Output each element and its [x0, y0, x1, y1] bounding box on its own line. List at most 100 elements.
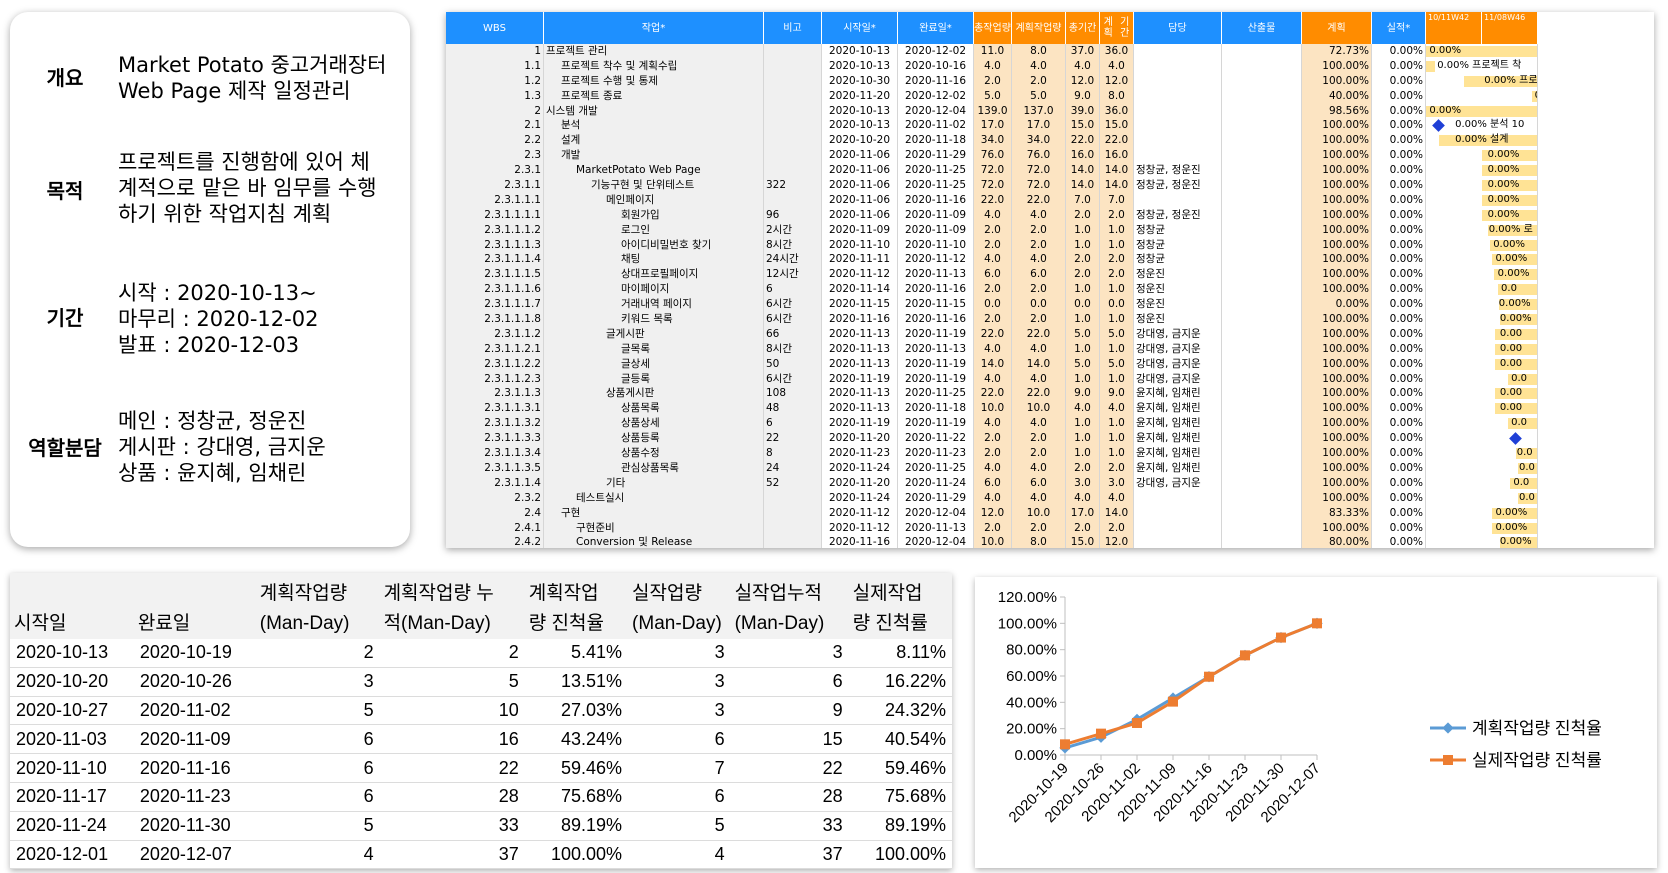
wbs-row[interactable]: 2 시스템 개발 2020-10-13 2020-12-04 139.0 137.0 39.… — [446, 103, 1654, 119]
end-col-cell: 2020-11-10 — [898, 237, 974, 253]
gantt-label: 0.00% — [1429, 104, 1462, 116]
actual-pct-col-cell: 0.00% — [1372, 401, 1426, 417]
table-cell: 6 — [255, 724, 380, 755]
table-cell: 2020-11-16 — [133, 753, 256, 783]
table-row: 2020-10-20 2020-10-26 3 5 13.51% 3 6 16.22% — [10, 667, 952, 697]
wbs-row[interactable]: 2.3.1.1.1.3 아이디비밀번호 찾기 8시간 2020-11-10 2020-1… — [446, 237, 1654, 253]
plan-col-cell: 2.0 — [1012, 73, 1066, 89]
output-col-cell — [1222, 371, 1302, 387]
wbs-row[interactable]: 2.3.2 테스트실시 2020-11-24 2020-11-29 4.0 4.0 4.0 4… — [446, 490, 1654, 506]
wbs-row[interactable]: 2.3.1.1.3.5 관심상품목록 24 2020-11-24 2020-11-25 4… — [446, 460, 1654, 476]
gantt-label: 0.00% 프로젝트 착 — [1437, 59, 1522, 71]
table-cell: 2020-10-26 — [133, 667, 256, 697]
tdur-col-cell: 1.0 — [1066, 416, 1100, 432]
wbs-row[interactable]: 2.2 설계 2020-10-20 2020-11-18 34.0 34.0 22.0 22.… — [446, 133, 1654, 149]
table-cell: 3 — [628, 696, 731, 726]
output-col-cell — [1222, 520, 1302, 536]
pdur-col-cell: 14.0 — [1100, 505, 1134, 521]
purpose-label: 목적 — [46, 179, 84, 203]
total-col-cell: 14.0 — [974, 356, 1012, 372]
task-col-cell: 아이디비밀번호 찾기 — [544, 237, 764, 253]
total-col-cell: 4.0 — [974, 58, 1012, 74]
wbs-row[interactable]: 2.3.1.1.1.7 거래내역 페이지 6시간 2020-11-15 2020-11-… — [446, 297, 1654, 313]
wbs-row[interactable]: 2.3.1.1.2 글게시판 66 2020-11-13 2020-11-19 22.0 2… — [446, 326, 1654, 342]
owner-col-cell — [1134, 535, 1222, 548]
wbs-row[interactable]: 2.3.1.1.2.1 글목록 8시간 2020-11-13 2020-11-13 4.0… — [446, 341, 1654, 357]
table-row: 2020-11-24 2020-11-30 5 33 89.19% 5 33 89.19% — [10, 811, 952, 841]
end-col-cell: 2020-11-18 — [898, 133, 974, 149]
actual-pct-col-cell: 0.00% — [1372, 282, 1426, 298]
tdur-col-cell: 9.0 — [1066, 386, 1100, 402]
pdur-col-cell: 1.0 — [1100, 222, 1134, 238]
start-col-cell: 2020-10-13 — [822, 58, 898, 74]
summary-line: Web Page 제작 일정관리 — [118, 79, 351, 103]
period-line: 발표 : 2020-12-03 — [118, 333, 300, 357]
wbs-row[interactable]: 1.3 프로젝트 종료 2020-11-20 2020-12-02 5.0 5.0 9.0 8… — [446, 88, 1654, 104]
output-col-cell — [1222, 475, 1302, 491]
wbs-row[interactable]: 2.3.1.1.3.2 상품상세 6 2020-11-19 2020-11-19 4.0 4… — [446, 416, 1654, 432]
actual-pct-col-cell: 0.00% — [1372, 446, 1426, 461]
end-col-cell: 2020-11-16 — [898, 312, 974, 327]
wbs-row[interactable]: 1 프로젝트 관리 2020-10-13 2020-12-02 11.0 8.0 37.0 3… — [446, 44, 1654, 59]
wbs-row[interactable]: 1.1 프로젝트 착수 및 계획수립 2020-10-13 2020-10-16 4.0… — [446, 58, 1654, 74]
wbs-row[interactable]: 2.3.1.1.3 상품게시판 108 2020-11-13 2020-11-25 22.… — [446, 386, 1654, 402]
actual-pct-col-cell: 0.00% — [1372, 356, 1426, 372]
wbs-row[interactable]: 2.3.1.1.2.2 글상세 50 2020-11-13 2020-11-19 14.0… — [446, 356, 1654, 372]
gantt-cell: 0.00 — [1426, 386, 1538, 402]
gantt-label: 0.00 — [1499, 342, 1523, 354]
wbs-row[interactable]: 2.3.1.1.2.3 글등록 6시간 2020-11-19 2020-11-19 4.0… — [446, 371, 1654, 387]
output-col-cell — [1222, 192, 1302, 208]
total-col-cell: 0.0 — [974, 297, 1012, 313]
gantt-label: 0.00 — [1499, 327, 1523, 339]
wbs-row[interactable]: 2.3.1.1.1.1 회원가입 96 2020-11-06 2020-11-09 4.0… — [446, 207, 1654, 223]
wbs-row[interactable]: 2.3.1.1.1.8 키워드 목록 6시간 2020-11-16 2020-11-16… — [446, 312, 1654, 327]
wbs-row[interactable]: 2.1 분석 2020-10-13 2020-11-02 17.0 17.0 15.0 15.… — [446, 118, 1654, 134]
wbs-row[interactable]: 2.3.1.1.1.6 마이페이지 6 2020-11-14 2020-11-16 2.0… — [446, 282, 1654, 298]
wbs-col-cell: 2.3.1.1.1.7 — [446, 297, 544, 313]
table-cell: 16 — [379, 724, 525, 755]
gantt-label: 0.00% — [1495, 506, 1528, 518]
legend-marker — [1442, 722, 1454, 734]
wbs-row[interactable]: 2.3.1.1.1.2 로그인 2시간 2020-11-09 2020-11-09 2.0… — [446, 222, 1654, 238]
wbs-row[interactable]: 2.3.1 MarketPotato Web Page 2020-11-06 2020… — [446, 163, 1654, 179]
owner-col-cell: 정창균, 정운진 — [1134, 178, 1222, 193]
gantt-cell: 0.0 — [1426, 282, 1538, 298]
gantt-label: 0.00% — [1497, 268, 1530, 280]
wbs-row[interactable]: 1.2 프로젝트 수행 및 통제 2020-10-30 2020-11-16 2.0 2.… — [446, 73, 1654, 89]
wbs-row[interactable]: 2.3 개발 2020-11-06 2020-11-29 76.0 76.0 16.0 16.… — [446, 148, 1654, 164]
wbs-row[interactable]: 2.3.1.1.3.1 상품목록 48 2020-11-13 2020-11-18 10.… — [446, 401, 1654, 417]
gantt-cell: 0.0 — [1426, 460, 1538, 476]
wbs-row[interactable]: 2.3.1.1.4 기타 52 2020-11-20 2020-11-24 6.0 6.0 3… — [446, 475, 1654, 491]
wbs-row[interactable]: 2.3.1.1 기능구현 및 단위테스트 322 2020-11-06 2020-11-… — [446, 178, 1654, 193]
wbs-row[interactable]: 2.3.1.1.3.4 상품수정 8 2020-11-23 2020-11-23 2.0 2… — [446, 446, 1654, 461]
wbs-row[interactable]: 2.3.1.1.1.5 상대프로필페이지 12시간 2020-11-12 2020-11… — [446, 267, 1654, 283]
note-col-cell: 322 — [764, 178, 822, 193]
start-col-cell: 2020-11-10 — [822, 237, 898, 253]
wbs-row[interactable]: 2.4.2 Conversion 및 Release 2020-11-16 2020-… — [446, 535, 1654, 548]
wbs-row[interactable]: 2.3.1.1.3.3 상품등록 22 2020-11-20 2020-11-22 2.0… — [446, 431, 1654, 447]
tdur-col-cell: 15.0 — [1066, 535, 1100, 548]
note-col-cell: 24 — [764, 460, 822, 476]
plan-col-cell: 10.0 — [1012, 505, 1066, 521]
output-col-cell — [1222, 312, 1302, 327]
table-cell: 22 — [730, 753, 849, 783]
task-col-cell: 글목록 — [544, 341, 764, 357]
wbs-row[interactable]: 2.4.1 구현준비 2020-11-12 2020-11-13 2.0 2.0 2.0 2.… — [446, 520, 1654, 536]
plan-pct-col-cell: 100.00% — [1302, 58, 1372, 74]
wbs-col-cell: 2.3.1.1.1.8 — [446, 312, 544, 327]
wbs-row[interactable]: 2.3.1.1.1 메인페이지 2020-11-06 2020-11-16 22.0 22… — [446, 192, 1654, 208]
end-col-cell: 2020-11-25 — [898, 178, 974, 193]
total-col-cell: 139.0 — [974, 103, 1012, 119]
output-col-cell — [1222, 118, 1302, 134]
table-cell: 2020-11-30 — [133, 811, 256, 841]
owner-col-cell — [1134, 118, 1222, 134]
wbs-row[interactable]: 2.3.1.1.1.4 채팅 24시간 2020-11-11 2020-11-12 4.0… — [446, 252, 1654, 268]
table-cell: 2020-12-01 — [10, 840, 134, 870]
wbs-body: 1 프로젝트 관리 2020-10-13 2020-12-02 11.0 8.0 37.0 3… — [446, 44, 1654, 548]
start-col-cell: 2020-11-13 — [822, 326, 898, 342]
progress-line-chart: 0.00% 20.00% 40.00% 60.00% 80.00% 100.00% 120.… — [975, 577, 1657, 868]
start-col-cell: 2020-11-06 — [822, 207, 898, 223]
end-col-cell: 2020-11-16 — [898, 282, 974, 298]
wbs-row[interactable]: 2.4 구현 2020-11-12 2020-12-04 12.0 10.0 17.0 14.… — [446, 505, 1654, 521]
plan-col-cell: 72.0 — [1012, 163, 1066, 179]
